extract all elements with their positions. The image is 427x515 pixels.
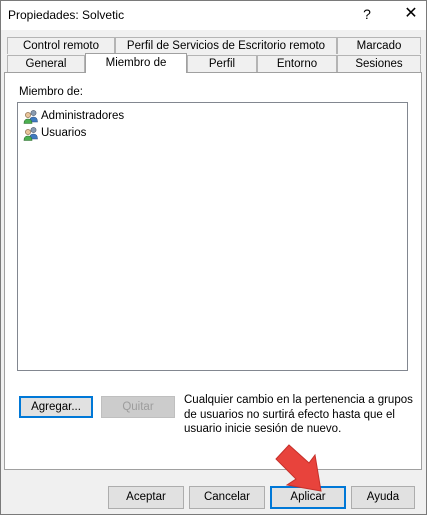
remove-button[interactable]: Quitar [101, 396, 175, 418]
user-group-icon [23, 109, 39, 124]
group-name: Administradores [41, 110, 125, 122]
accept-button[interactable]: Aceptar [108, 486, 184, 509]
properties-dialog: Propiedades: Solvetic ? ✕ Control remoto… [0, 0, 427, 515]
close-button[interactable]: ✕ [400, 4, 422, 26]
tab-perfil-servicios-escritorio-remoto[interactable]: Perfil de Servicios de Escritorio remoto [115, 37, 337, 54]
member-of-label: Miembro de: [19, 86, 83, 98]
tab-control-remoto[interactable]: Control remoto [7, 37, 115, 54]
member-of-listbox[interactable]: Administradores Usuarios [17, 102, 408, 371]
tab-miembro-de[interactable]: Miembro de [85, 53, 187, 73]
list-item[interactable]: Administradores [23, 108, 124, 124]
list-item[interactable]: Usuarios [23, 125, 86, 141]
tab-sesiones[interactable]: Sesiones [337, 55, 421, 72]
tab-general[interactable]: General [7, 55, 85, 72]
cancel-button[interactable]: Cancelar [189, 486, 265, 509]
tab-entorno[interactable]: Entorno [257, 55, 337, 72]
add-button[interactable]: Agregar... [19, 396, 93, 418]
pointer-arrow-icon [275, 444, 322, 492]
group-name: Usuarios [41, 127, 87, 139]
tab-marcado[interactable]: Marcado [337, 37, 421, 54]
membership-info-text: Cualquier cambio en la pertenencia a gru… [184, 394, 413, 435]
user-group-icon [23, 126, 39, 141]
help-question-button[interactable]: ? [356, 4, 378, 26]
window-title: Propiedades: Solvetic [8, 8, 125, 22]
title-bar: Propiedades: Solvetic ? ✕ [1, 1, 426, 30]
tab-perfil[interactable]: Perfil [187, 55, 257, 72]
help-button[interactable]: Ayuda [351, 486, 415, 509]
